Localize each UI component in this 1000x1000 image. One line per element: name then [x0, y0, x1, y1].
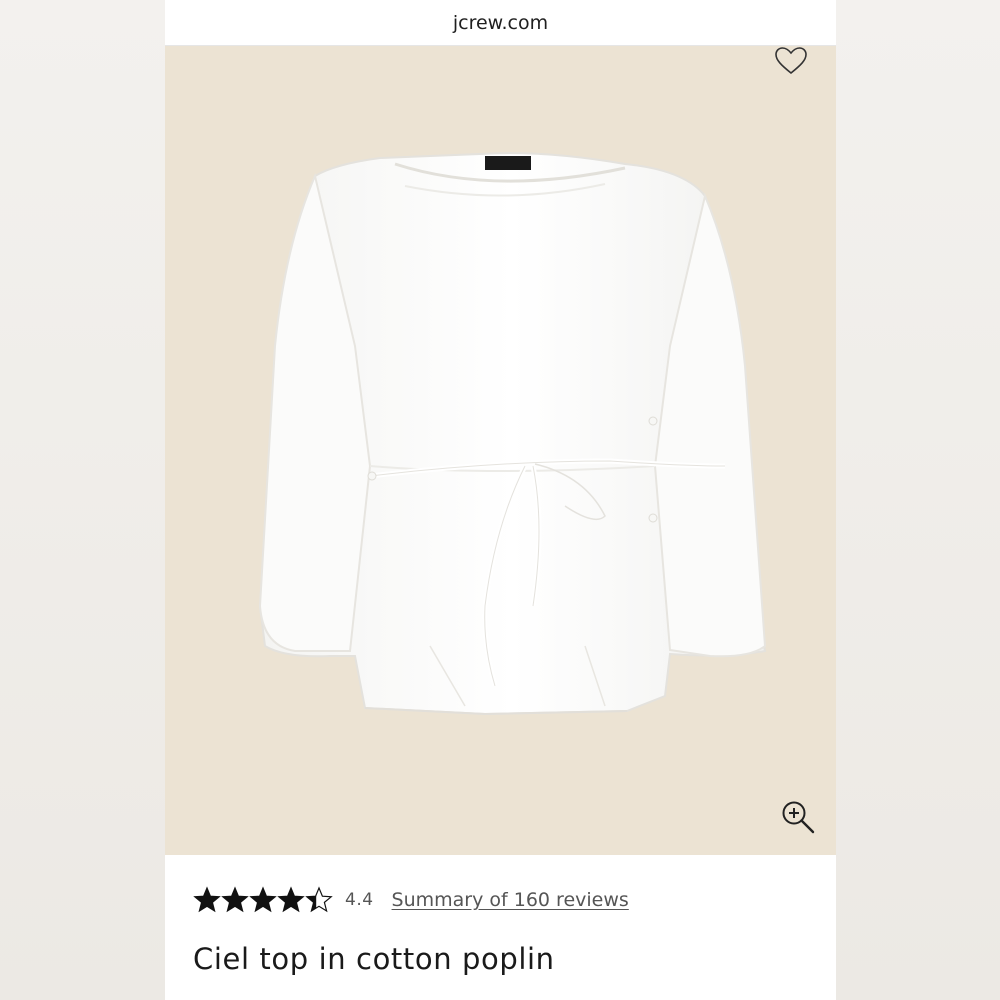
star-icon	[277, 886, 305, 913]
reviews-summary-link[interactable]: Summary of 160 reviews	[392, 889, 629, 911]
url-text: jcrew.com	[452, 11, 549, 34]
page-background-right	[835, 0, 1000, 1000]
favorite-button[interactable]	[773, 46, 809, 76]
star-icon	[193, 886, 221, 913]
page-background-left	[0, 0, 165, 1000]
zoom-in-icon	[782, 801, 815, 834]
star-icon	[305, 886, 333, 913]
star-icon	[249, 886, 277, 913]
mobile-page: jcrew.com 4.4 Summary of 160 reviews Cie…	[165, 0, 836, 1000]
star-rating	[193, 886, 333, 914]
shirt-illustration	[258, 152, 767, 716]
rating-value: 4.4	[345, 890, 374, 910]
product-title: Ciel top in cotton poplin	[193, 942, 555, 976]
star-icon	[221, 886, 249, 913]
brand-tag	[485, 156, 531, 170]
rating-row: 4.4 Summary of 160 reviews	[193, 880, 629, 920]
heart-icon	[775, 47, 807, 75]
address-bar[interactable]: jcrew.com	[165, 0, 836, 46]
product-image[interactable]	[165, 46, 836, 855]
zoom-button[interactable]	[779, 798, 819, 838]
